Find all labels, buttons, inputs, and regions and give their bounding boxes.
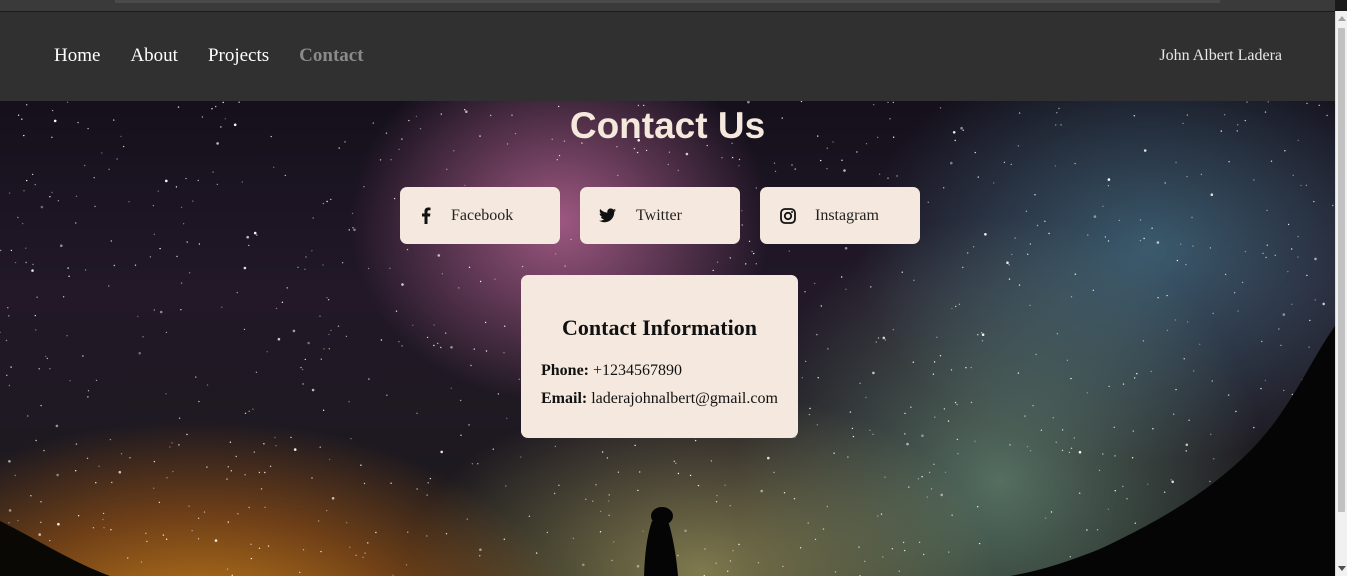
twitter-button[interactable]: Twitter — [580, 187, 740, 244]
email-value[interactable]: laderajohnalbert@gmail.com — [591, 390, 778, 407]
phone-value: +1234567890 — [593, 362, 683, 379]
nav-link-home[interactable]: Home — [54, 45, 100, 67]
phone-line: Phone: +1234567890 — [541, 361, 682, 381]
phone-label: Phone: — [541, 362, 589, 379]
brand-name: John Albert Ladera — [1159, 47, 1282, 64]
instagram-icon — [779, 207, 796, 224]
person-silhouette — [644, 507, 678, 576]
nav-link-projects[interactable]: Projects — [208, 45, 269, 67]
nav-link-about[interactable]: About — [130, 45, 178, 67]
browser-top-strip — [0, 0, 1335, 12]
social-links: Facebook Twitter Instagram — [400, 187, 920, 244]
instagram-button[interactable]: Instagram — [760, 187, 920, 244]
facebook-icon — [417, 207, 434, 224]
instagram-label: Instagram — [815, 206, 879, 224]
scrollbar-thumb[interactable] — [1338, 28, 1345, 512]
top-strip-highlight — [115, 0, 1220, 3]
contact-info-card: Contact Information Phone: +1234567890 E… — [521, 275, 798, 438]
page-title: Contact Us — [569, 105, 766, 146]
navbar: Home About Projects Contact John Albert … — [0, 12, 1335, 101]
hero-section: Contact Us Facebook Twitter Instagram Co… — [0, 101, 1335, 576]
facebook-button[interactable]: Facebook — [400, 187, 560, 244]
twitter-label: Twitter — [636, 206, 682, 224]
nav-links: Home About Projects Contact — [54, 45, 364, 67]
facebook-label: Facebook — [451, 206, 514, 224]
contact-info-heading: Contact Information — [562, 315, 757, 340]
scroll-up-arrow-icon[interactable] — [1338, 16, 1346, 21]
twitter-icon — [599, 207, 616, 224]
email-line: Email: laderajohnalbert@gmail.com — [541, 389, 778, 409]
nav-link-contact[interactable]: Contact — [299, 45, 363, 67]
scroll-down-arrow-icon[interactable] — [1338, 566, 1346, 571]
vertical-scrollbar[interactable] — [1335, 11, 1347, 576]
email-label: Email: — [541, 390, 588, 407]
